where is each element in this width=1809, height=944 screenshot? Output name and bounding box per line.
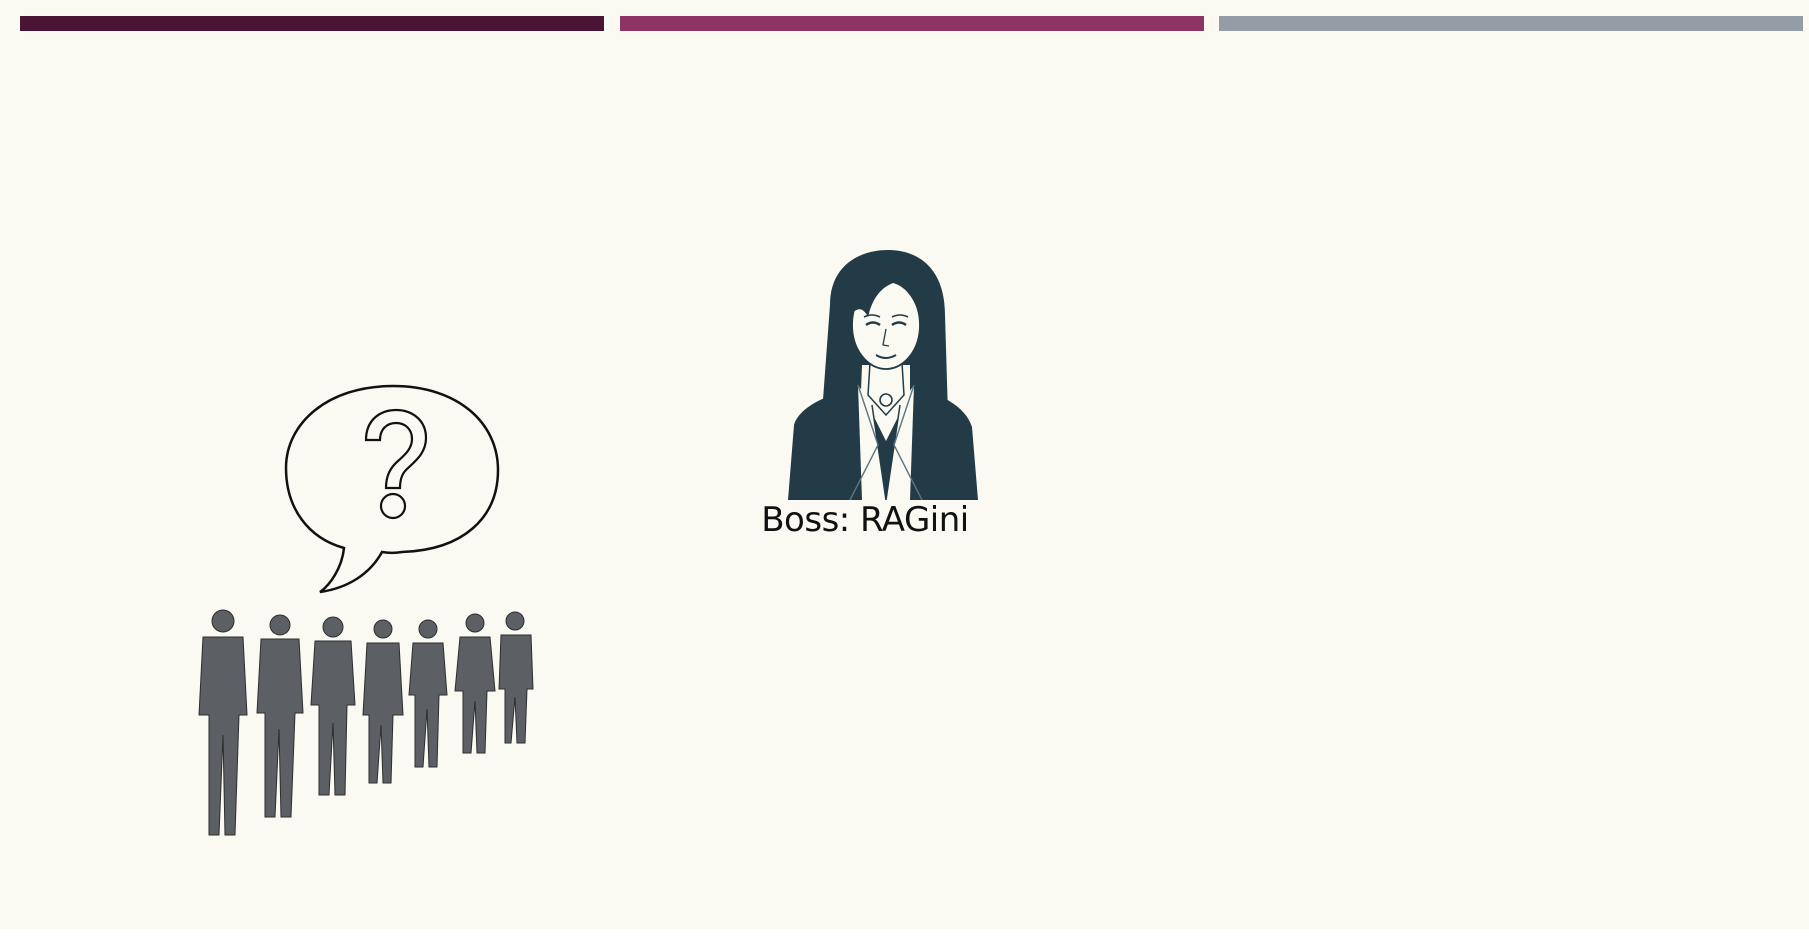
top-accent-bar-3 [1219, 16, 1803, 31]
speech-bubble-question-icon [284, 384, 500, 594]
people-queue-icon [198, 609, 534, 836]
top-accent-bar-1 [20, 16, 604, 31]
boss-name-label: Boss: RAGini [761, 500, 969, 540]
top-accent-bar-2 [620, 16, 1204, 31]
businesswoman-portrait-icon [788, 250, 978, 500]
slide: Boss: RAGini [0, 0, 1809, 929]
